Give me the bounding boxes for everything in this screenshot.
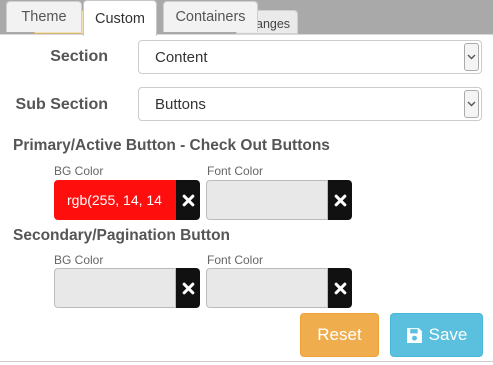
tab-label: Theme [21,9,67,25]
secondary-font-color-label: Font Color [207,253,264,267]
save-button[interactable]: Save [390,313,483,357]
reset-button-label: Reset [317,325,362,344]
primary-font-color-label: Font Color [207,164,264,178]
reset-button[interactable]: Reset [300,313,379,357]
close-icon [334,194,346,206]
save-button-label: Save [428,325,468,344]
background-tab-label: anges [256,17,291,31]
panel-border [0,34,493,35]
primary-bg-clear-button[interactable] [176,180,200,220]
tab-label: Containers [175,9,246,25]
close-icon [182,194,194,206]
close-icon [334,282,346,294]
floppy-disk-icon [406,327,423,344]
primary-font-clear-button[interactable] [328,180,352,220]
section-select[interactable]: Content [138,40,482,74]
secondary-bg-color-input[interactable] [54,268,176,308]
tab-theme[interactable]: Theme [6,1,82,32]
section-label: Section [50,48,108,65]
secondary-bg-color-label: BG Color [54,253,104,267]
sub-section-label: Sub Section [15,96,108,113]
divider [0,361,493,362]
primary-bg-color-input[interactable]: rgb(255, 14, 14 [54,180,176,220]
secondary-button-heading: Secondary/Pagination Button [13,227,231,244]
sub-section-select[interactable]: Buttons [138,87,482,121]
tab-custom[interactable]: Custom [83,0,157,36]
tab-label: Custom [95,10,145,27]
primary-bg-color-label: BG Color [54,164,104,178]
secondary-font-clear-button[interactable] [328,268,352,308]
primary-button-heading: Primary/Active Button - Check Out Button… [13,137,330,154]
secondary-font-color-input[interactable] [206,268,328,308]
close-icon [182,282,194,294]
primary-font-color-input[interactable] [206,180,328,220]
chevron-down-icon[interactable] [464,90,479,118]
sub-section-select-value: Buttons [155,95,206,113]
section-select-value: Content [155,48,208,66]
secondary-bg-clear-button[interactable] [176,268,200,308]
chevron-down-icon[interactable] [464,43,479,71]
tab-containers[interactable]: Containers [163,1,258,32]
